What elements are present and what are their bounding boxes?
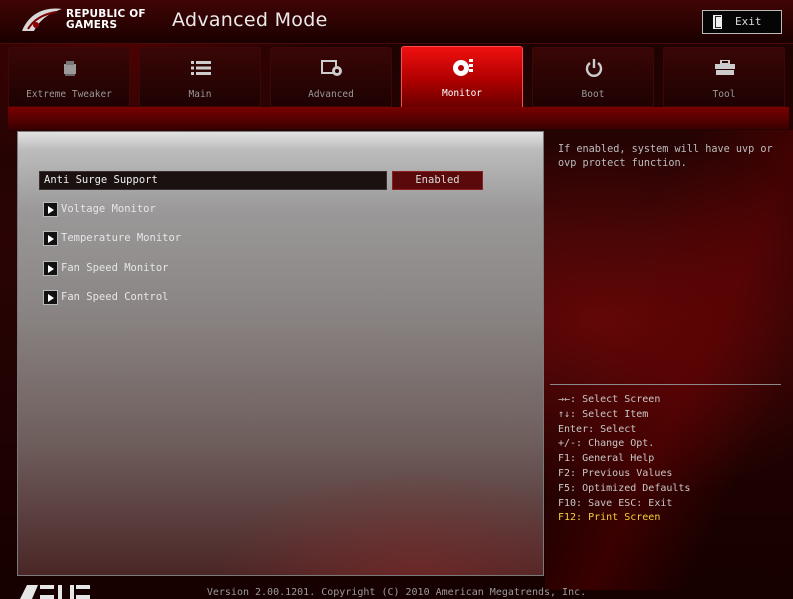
tab-label: Tool bbox=[712, 89, 736, 100]
power-icon bbox=[579, 57, 609, 79]
tab-extreme-tweaker[interactable]: Extreme Tweaker bbox=[8, 47, 130, 107]
exit-door-icon bbox=[713, 15, 722, 29]
legend-save-exit: F10: Save ESC: Exit bbox=[558, 497, 673, 509]
settings-panel: Anti Surge Support Enabled Voltage Monit… bbox=[17, 131, 544, 576]
legend-print-screen: F12: Print Screen bbox=[558, 512, 661, 524]
page-title: Advanced Mode bbox=[172, 9, 328, 31]
setting-label: Anti Surge Support bbox=[44, 174, 158, 186]
exit-label: Exit bbox=[735, 15, 762, 28]
legend-change-opt: +/-: Change Opt. bbox=[558, 438, 655, 450]
submenu-label: Fan Speed Control bbox=[61, 291, 169, 303]
submenu-label: Temperature Monitor bbox=[61, 232, 182, 244]
tab-advanced[interactable]: Advanced bbox=[270, 47, 392, 107]
submenu-label: Fan Speed Monitor bbox=[61, 262, 169, 274]
legend-general-help: F1: General Help bbox=[558, 453, 655, 465]
brand-text: REPUBLIC OF GAMERS bbox=[66, 9, 146, 31]
monitor-gauge-icon bbox=[448, 56, 478, 78]
top-bar: REPUBLIC OF GAMERS Advanced Mode Exit bbox=[0, 0, 793, 44]
legend-select-screen: →←: Select Screen bbox=[558, 394, 661, 405]
exit-button[interactable]: Exit bbox=[702, 10, 782, 34]
anti-surge-value-button[interactable]: Enabled bbox=[392, 171, 483, 190]
rog-logo: REPUBLIC OF GAMERS bbox=[20, 5, 160, 37]
legend-enter: Enter: Select bbox=[558, 423, 637, 435]
chevron-right-icon bbox=[43, 231, 58, 246]
chevron-right-icon bbox=[43, 290, 58, 305]
tab-main[interactable]: Main bbox=[139, 47, 261, 107]
legend-select-item: ↑↓: Select Item bbox=[558, 408, 649, 420]
help-description: If enabled, system will have uvp or ovp … bbox=[558, 144, 773, 169]
toolbox-icon bbox=[710, 57, 740, 79]
tab-bar: Extreme Tweaker Main Advanced Monitor Bo… bbox=[8, 46, 789, 108]
cpu-chip-icon bbox=[55, 57, 85, 79]
list-icon bbox=[186, 57, 216, 79]
chevron-right-icon bbox=[43, 202, 58, 217]
tab-underline-bar bbox=[8, 107, 789, 129]
tab-label: Extreme Tweaker bbox=[26, 89, 112, 100]
tab-monitor[interactable]: Monitor bbox=[401, 46, 523, 108]
tab-tool[interactable]: Tool bbox=[663, 47, 785, 107]
help-divider bbox=[550, 384, 781, 385]
key-legend: →←: Select Screen ↑↓: Select Item Enter:… bbox=[558, 393, 788, 526]
tab-boot[interactable]: Boot bbox=[532, 47, 654, 107]
legend-optimized-defaults: F5: Optimized Defaults bbox=[558, 482, 691, 494]
advanced-settings-icon bbox=[317, 57, 347, 79]
tab-label: Monitor bbox=[441, 88, 483, 99]
anti-surge-row[interactable]: Anti Surge Support bbox=[39, 171, 387, 190]
submenu-label: Voltage Monitor bbox=[61, 203, 156, 215]
tab-label: Advanced bbox=[308, 89, 354, 100]
chevron-right-icon bbox=[43, 261, 58, 276]
tab-label: Boot bbox=[581, 89, 605, 100]
brand-line2: GAMERS bbox=[66, 19, 118, 31]
version-info: Version 2.00.1201. Copyright (C) 2010 Am… bbox=[206, 587, 587, 598]
tab-label: Main bbox=[188, 89, 212, 100]
legend-previous-values: F2: Previous Values bbox=[558, 467, 673, 479]
